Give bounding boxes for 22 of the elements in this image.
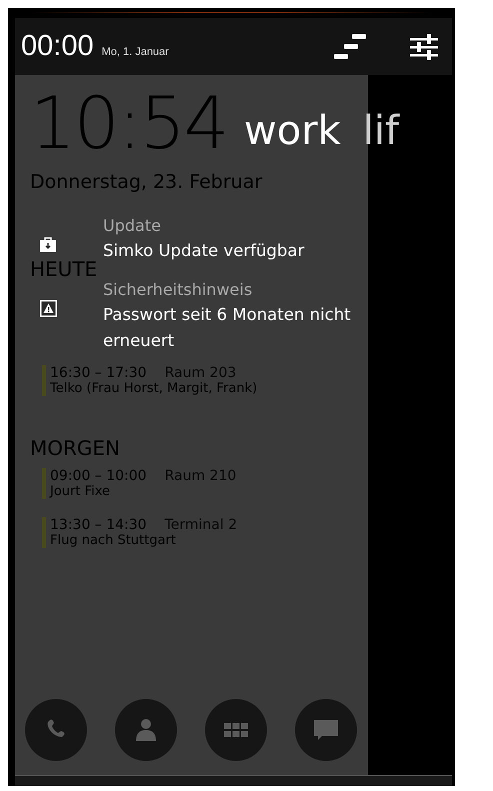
settings-icon[interactable] — [410, 34, 438, 60]
status-date: Mo, 1. Januar — [102, 46, 169, 58]
status-time: 00:00 — [21, 30, 94, 63]
tab[interactable]: lif — [362, 108, 400, 154]
event-title: Telko (Frau Horst, Margit, Frank) — [50, 381, 258, 396]
event-time: 16:30 – 17:30 — [50, 365, 147, 381]
event-title: Jourt Fixe — [50, 484, 110, 499]
notification-message: Passwort seit 6 Monaten nicht erneuert — [103, 304, 352, 352]
tab[interactable]: work — [244, 108, 341, 154]
notification-title: Sicherheitshinweis — [103, 279, 252, 301]
event-time: 13:30 – 14:30 — [50, 517, 147, 533]
warning-icon — [40, 300, 57, 317]
stacked-bars-icon[interactable] — [332, 34, 366, 60]
clock-date: Donnerstag, 23. Februar — [30, 171, 262, 193]
notification-message: Simko Update verfügbar — [103, 240, 304, 262]
event-title: Flug nach Stuttgart — [50, 533, 176, 548]
event-time: 09:00 – 10:00 — [50, 468, 147, 484]
clock-time: 10:54 — [30, 80, 228, 167]
notification-title: Update — [103, 215, 161, 237]
section-heading: MORGEN — [30, 436, 120, 460]
section-heading: HEUTE — [30, 257, 98, 281]
bag-icon — [40, 236, 56, 252]
